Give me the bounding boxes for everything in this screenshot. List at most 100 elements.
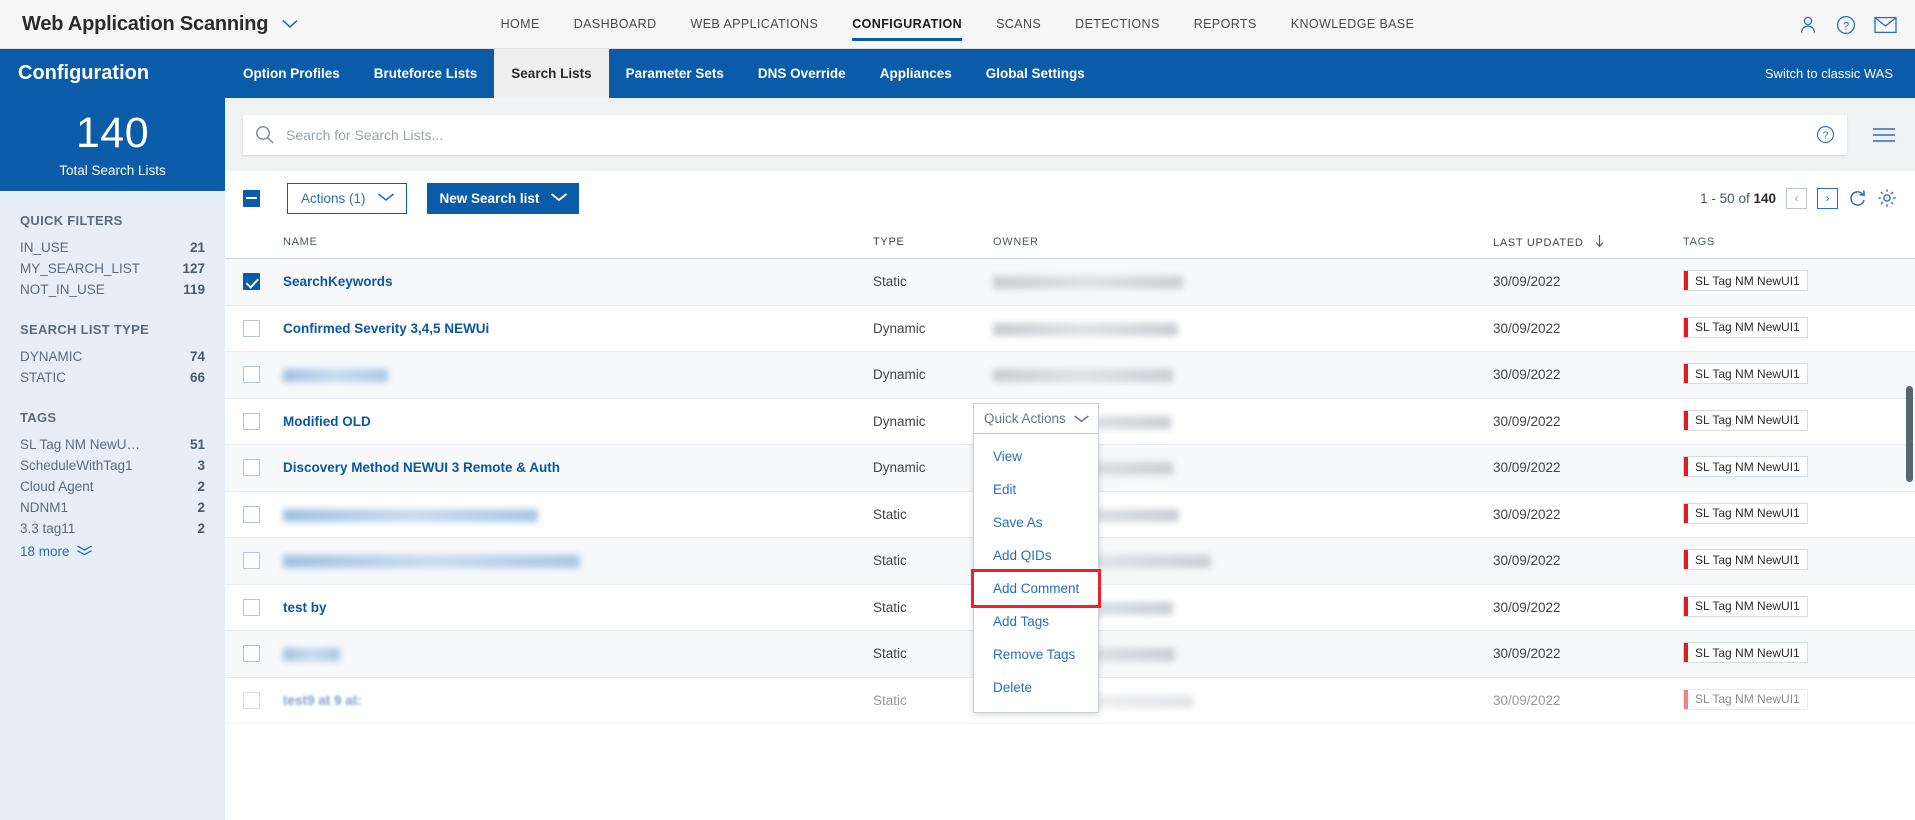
- tab-label: Bruteforce Lists: [373, 66, 478, 81]
- facet-label: STATIC: [20, 370, 66, 385]
- gear-icon[interactable]: [1877, 188, 1897, 208]
- nav-item-home[interactable]: HOME: [501, 0, 540, 49]
- search-list-link[interactable]: test9 at 9 at:: [283, 693, 362, 708]
- tab-global-settings[interactable]: Global Settings: [969, 49, 1102, 98]
- tab-parameter-sets[interactable]: Parameter Sets: [609, 49, 741, 98]
- tab-option-profiles[interactable]: Option Profiles: [226, 49, 357, 98]
- tab-label: Option Profiles: [243, 66, 340, 81]
- facet-item-in-use[interactable]: IN_USE 21: [20, 237, 205, 258]
- facet-item-tag-3[interactable]: NDNM1 2: [20, 497, 205, 518]
- row-checkbox[interactable]: [243, 412, 260, 430]
- tag-chip[interactable]: SL Tag NM NewUI1: [1683, 270, 1808, 292]
- tag-chip[interactable]: SL Tag NM NewUI1: [1683, 316, 1808, 338]
- tag-chip[interactable]: SL Tag NM NewUI1: [1683, 456, 1808, 478]
- prev-page-button[interactable]: ‹: [1786, 187, 1807, 209]
- new-search-list-button[interactable]: New Search list: [426, 182, 580, 214]
- select-all-checkbox[interactable]: [243, 189, 260, 207]
- redacted-owner: [993, 322, 1178, 336]
- column-header-type[interactable]: TYPE: [873, 236, 993, 248]
- table-row[interactable]: Dynamic 30/09/2022 SL Tag NM NewUI1: [225, 352, 1915, 399]
- table-row[interactable]: Confirmed Severity 3,4,5 NEWUi Dynamic 3…: [225, 306, 1915, 352]
- column-header-last-updated[interactable]: LAST UPDATED: [1493, 234, 1683, 249]
- facet-item-not-in-use[interactable]: NOT_IN_USE 119: [20, 279, 205, 300]
- nav-item-configuration[interactable]: CONFIGURATION: [852, 0, 962, 49]
- show-more-tags-link[interactable]: 18 more: [20, 544, 205, 559]
- quick-action-add-tags[interactable]: Add Tags: [974, 605, 1098, 638]
- search-box[interactable]: ?: [243, 114, 1847, 155]
- row-checkbox[interactable]: [243, 645, 260, 663]
- module-title: Web Application Scanning: [22, 12, 269, 35]
- row-checkbox[interactable]: [243, 552, 260, 570]
- user-icon[interactable]: [1798, 15, 1818, 35]
- search-list-link[interactable]: Confirmed Severity 3,4,5 NEWUi: [283, 321, 489, 336]
- facet-item-dynamic[interactable]: DYNAMIC 74: [20, 346, 205, 367]
- quick-actions-button[interactable]: Quick Actions: [973, 403, 1099, 434]
- tag-chip[interactable]: SL Tag NM NewUI1: [1683, 595, 1808, 617]
- switch-to-classic-link[interactable]: Switch to classic WAS: [1765, 66, 1893, 81]
- row-checkbox[interactable]: [243, 459, 260, 477]
- tag-chip[interactable]: SL Tag NM NewUI1: [1683, 409, 1808, 431]
- nav-item-dashboard[interactable]: DASHBOARD: [574, 0, 657, 49]
- row-checkbox[interactable]: [243, 273, 260, 291]
- refresh-icon[interactable]: [1848, 189, 1867, 208]
- cell-last-updated: 30/09/2022: [1493, 646, 1561, 662]
- column-header-owner[interactable]: OWNER: [993, 236, 1493, 248]
- facet-item-tag-4[interactable]: 3.3 tag11 2: [20, 518, 205, 539]
- mail-icon[interactable]: [1874, 16, 1897, 34]
- tag-chip[interactable]: SL Tag NM NewUI1: [1683, 688, 1808, 710]
- row-checkbox[interactable]: [243, 691, 260, 709]
- hamburger-icon[interactable]: [1871, 126, 1897, 144]
- quick-action-edit[interactable]: Edit: [974, 473, 1098, 506]
- row-checkbox[interactable]: [243, 319, 260, 337]
- quick-action-save-as[interactable]: Save As: [974, 506, 1098, 539]
- row-checkbox[interactable]: [243, 366, 260, 384]
- search-list-link[interactable]: Discovery Method NEWUI 3 Remote & Auth: [283, 460, 560, 475]
- quick-action-remove-tags[interactable]: Remove Tags: [974, 638, 1098, 671]
- quick-action-view[interactable]: View: [974, 440, 1098, 473]
- facet-item-tag-0[interactable]: SL Tag NM NewU… 51: [20, 434, 205, 455]
- tab-appliances[interactable]: Appliances: [863, 49, 969, 98]
- search-icon: [255, 125, 274, 144]
- tag-chip[interactable]: SL Tag NM NewUI1: [1683, 549, 1808, 571]
- pagination-range: 1 - 50 of 140: [1700, 191, 1776, 206]
- facet-item-static[interactable]: STATIC 66: [20, 367, 205, 388]
- row-checkbox-cell: [243, 412, 283, 430]
- table-row[interactable]: SearchKeywords Static 30/09/2022 SL Tag …: [225, 259, 1915, 306]
- facet-item-my-search-list[interactable]: MY_SEARCH_LIST 127: [20, 258, 205, 279]
- next-page-button[interactable]: ›: [1817, 187, 1838, 209]
- tag-chip[interactable]: SL Tag NM NewUI1: [1683, 642, 1808, 664]
- vertical-scrollbar-thumb[interactable]: [1906, 386, 1913, 482]
- cell-tags: SL Tag NM NewUI1: [1683, 456, 1897, 479]
- tag-chip[interactable]: SL Tag NM NewUI1: [1683, 502, 1808, 524]
- nav-item-detections[interactable]: DETECTIONS: [1075, 0, 1160, 49]
- quick-action-add-qids[interactable]: Add QIDs: [974, 539, 1098, 572]
- facet-item-tag-2[interactable]: Cloud Agent 2: [20, 476, 205, 497]
- tag-chip[interactable]: SL Tag NM NewUI1: [1683, 363, 1808, 385]
- search-list-link[interactable]: Modified OLD: [283, 414, 371, 429]
- chevron-down-icon[interactable]: [282, 17, 298, 32]
- facet-label: NOT_IN_USE: [20, 282, 105, 297]
- cell-type: Dynamic: [873, 367, 926, 383]
- nav-item-scans[interactable]: SCANS: [996, 0, 1041, 49]
- facet-item-tag-1[interactable]: ScheduleWithTag1 3: [20, 455, 205, 476]
- column-header-tags[interactable]: TAGS: [1683, 236, 1897, 248]
- nav-item-web-applications[interactable]: WEB APPLICATIONS: [691, 0, 819, 49]
- row-checkbox[interactable]: [243, 505, 260, 523]
- search-input[interactable]: [286, 126, 1806, 143]
- tab-dns-override[interactable]: DNS Override: [741, 49, 863, 98]
- search-list-link[interactable]: test by: [283, 600, 327, 615]
- help-icon[interactable]: ?: [1836, 15, 1856, 35]
- quick-action-delete[interactable]: Delete: [974, 671, 1098, 704]
- actions-button[interactable]: Actions (1): [287, 182, 407, 214]
- tab-bruteforce-lists[interactable]: Bruteforce Lists: [357, 49, 495, 98]
- cell-last-updated: 30/09/2022: [1493, 274, 1561, 290]
- quick-action-add-comment[interactable]: Add Comment: [971, 569, 1101, 608]
- search-list-link[interactable]: SearchKeywords: [283, 274, 393, 289]
- tab-search-lists[interactable]: Search Lists: [494, 49, 609, 98]
- nav-item-knowledge-base[interactable]: KNOWLEDGE BASE: [1291, 0, 1415, 49]
- cell-last-updated: 30/09/2022: [1493, 320, 1561, 336]
- column-header-name[interactable]: NAME: [283, 236, 873, 248]
- nav-item-reports[interactable]: REPORTS: [1194, 0, 1257, 49]
- search-help-icon[interactable]: ?: [1816, 125, 1835, 144]
- row-checkbox[interactable]: [243, 598, 260, 616]
